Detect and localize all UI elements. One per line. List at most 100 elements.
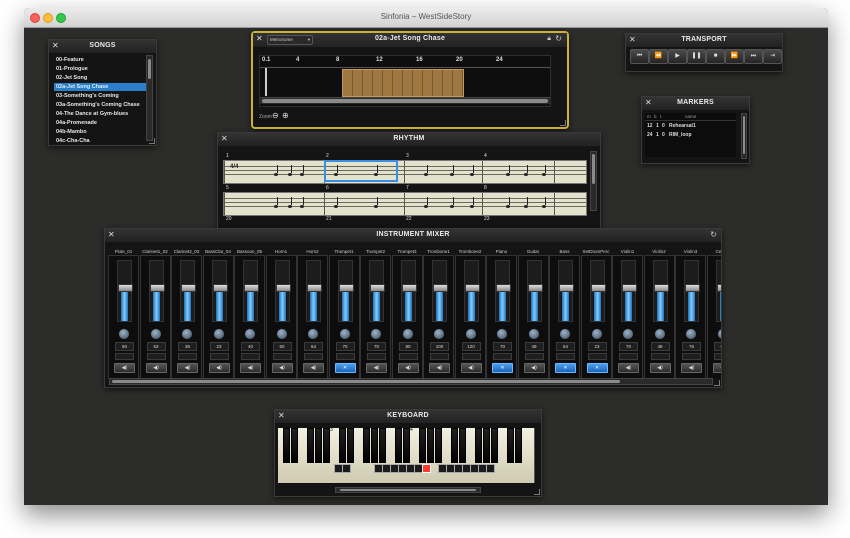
mixer-scrollbar[interactable] (109, 378, 713, 385)
refresh-icon[interactable]: ↻ (710, 230, 717, 239)
rhythm-scroll-thumb[interactable] (592, 154, 595, 184)
song-item[interactable]: 02-Jet Song (54, 74, 147, 82)
fader-handle[interactable] (685, 284, 700, 292)
program-select[interactable] (524, 353, 544, 360)
song-item[interactable]: 01-Prologue (54, 65, 147, 73)
program-select[interactable] (209, 353, 229, 360)
forward-button[interactable]: ⏩ (725, 49, 744, 64)
zoom-in-icon[interactable]: ⊕ (282, 111, 289, 120)
volume-fader[interactable] (463, 260, 480, 322)
program-select[interactable] (619, 353, 638, 360)
mute-button[interactable]: ◀) (145, 363, 167, 373)
program-select[interactable] (335, 353, 355, 360)
pan-knob[interactable] (559, 328, 571, 340)
pan-knob[interactable] (244, 328, 256, 340)
channel-value[interactable]: 70 (619, 342, 638, 351)
resize-handle[interactable] (534, 489, 540, 495)
volume-fader[interactable] (684, 260, 700, 322)
song-item[interactable]: 00-Feature (54, 56, 147, 64)
keyboard-scroll-thumb[interactable] (340, 489, 476, 491)
channel-value[interactable]: 23 (209, 342, 229, 351)
channel-value[interactable]: 50 (115, 342, 134, 351)
song-item[interactable]: 04a-Promenade (54, 119, 147, 127)
black-key[interactable] (315, 428, 322, 463)
pan-knob[interactable] (433, 328, 445, 340)
channel-value[interactable]: 120 (461, 342, 481, 351)
program-select[interactable] (650, 353, 670, 360)
volume-fader[interactable] (495, 260, 511, 322)
piano-keys[interactable]: 34 (278, 428, 536, 484)
refresh-icon[interactable]: ↻ (555, 34, 562, 43)
volume-fader[interactable] (432, 260, 448, 322)
channel-value[interactable]: 80 (398, 342, 418, 351)
channel-value[interactable]: 70 (493, 342, 512, 351)
markers-scrollbar[interactable] (741, 113, 747, 159)
pan-knob[interactable] (181, 328, 193, 340)
lock-icon[interactable]: 🔒︎ (547, 35, 551, 43)
pause-button[interactable]: ❚❚ (687, 49, 706, 64)
mute-button[interactable]: ◀) (366, 363, 387, 373)
pan-knob[interactable] (338, 328, 351, 340)
mute-button[interactable]: ◀) (208, 363, 230, 373)
pan-knob[interactable] (685, 328, 697, 340)
mute-button[interactable]: ◀) (397, 363, 419, 373)
song-item[interactable]: 04b-Mambo (54, 128, 147, 136)
fader-handle[interactable] (338, 284, 354, 292)
black-key[interactable] (435, 428, 442, 463)
fader-handle[interactable] (307, 284, 322, 292)
mute-button[interactable]: ◀) (271, 363, 293, 373)
volume-fader[interactable] (652, 260, 669, 322)
volume-fader[interactable] (243, 260, 259, 322)
timeline-scroll-thumb[interactable] (262, 99, 548, 103)
program-select[interactable] (367, 353, 386, 360)
song-item[interactable]: 03-Something's Coming (54, 92, 147, 100)
rhythm-staff[interactable] (223, 192, 587, 216)
fader-handle[interactable] (181, 284, 196, 292)
program-select[interactable] (178, 353, 197, 360)
channel-active-button[interactable]: ✕ (492, 363, 513, 373)
fader-handle[interactable] (275, 284, 291, 292)
mute-button[interactable]: ◀) (460, 363, 482, 373)
channel-value[interactable]: 48 (650, 342, 670, 351)
mute-button[interactable]: ◀) (177, 363, 198, 373)
volume-fader[interactable] (715, 260, 721, 322)
channel-value[interactable]: 60 (713, 342, 721, 351)
fader-handle[interactable] (590, 284, 606, 292)
pan-knob[interactable] (590, 328, 603, 340)
black-key[interactable] (339, 428, 346, 463)
black-key[interactable] (363, 428, 370, 463)
channel-value[interactable]: 70 (335, 342, 355, 351)
program-select[interactable] (304, 353, 323, 360)
black-key[interactable] (323, 428, 330, 463)
program-select[interactable] (682, 353, 701, 360)
fader-handle[interactable] (527, 284, 543, 292)
mute-button[interactable]: ◀) (712, 363, 721, 373)
pan-knob[interactable] (622, 328, 634, 340)
rhythm-staff[interactable]: 4/4 (223, 160, 587, 184)
mute-button[interactable]: ◀) (649, 363, 671, 373)
volume-fader[interactable] (117, 260, 133, 322)
fader-handle[interactable] (464, 284, 480, 292)
timeline-scrollbar[interactable] (260, 97, 550, 104)
pan-knob[interactable] (527, 328, 540, 340)
channel-value[interactable]: 100 (430, 342, 449, 351)
markers-scroll-thumb[interactable] (743, 116, 745, 154)
fader-handle[interactable] (622, 284, 637, 292)
fader-handle[interactable] (496, 284, 511, 292)
resize-handle[interactable] (149, 138, 155, 144)
channel-active-button[interactable]: ✕ (586, 363, 608, 373)
pan-knob[interactable] (401, 328, 414, 340)
fader-handle[interactable] (118, 284, 133, 292)
rewind-button[interactable]: ⏪ (649, 49, 668, 64)
black-key[interactable] (427, 428, 434, 463)
forward-end-button[interactable]: ⏭ (744, 49, 763, 64)
mute-button[interactable]: ◀) (303, 363, 324, 373)
black-key[interactable] (491, 428, 498, 463)
pan-knob[interactable] (464, 328, 477, 340)
channel-value[interactable]: 50 (272, 342, 292, 351)
channel-active-button[interactable]: ✕ (334, 363, 356, 373)
fader-handle[interactable] (370, 284, 385, 292)
black-key[interactable] (507, 428, 514, 463)
black-key[interactable] (347, 428, 354, 463)
channel-value[interactable]: 64 (304, 342, 323, 351)
